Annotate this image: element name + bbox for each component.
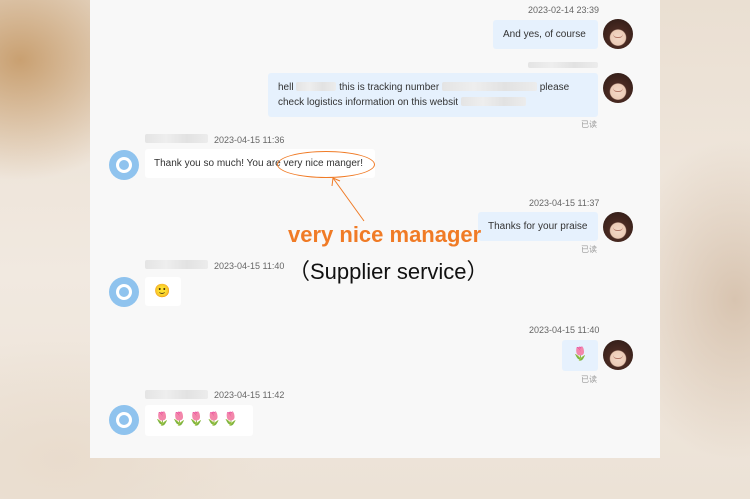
message-bubble-outgoing[interactable]: hell this is tracking number please chec… <box>268 73 598 117</box>
message-text: check logistics information on this webs… <box>278 97 459 108</box>
message-timestamp: 2023-04-15 11:37 <box>529 198 600 208</box>
supplier-avatar[interactable] <box>109 405 139 435</box>
message-timestamp: 2023-04-15 11:40 <box>214 261 285 271</box>
message-text: please <box>539 82 570 93</box>
message-timestamp: 2023-04-15 11:42 <box>214 390 285 400</box>
supplier-avatar[interactable] <box>109 150 139 180</box>
user-avatar[interactable] <box>603 19 633 49</box>
user-avatar[interactable] <box>603 73 633 103</box>
blurred-sender-name <box>145 134 208 143</box>
message-text: Thank you so much! You are <box>154 158 281 169</box>
blurred-sender-name <box>145 390 208 399</box>
user-avatar[interactable] <box>603 212 633 242</box>
message-bubble-incoming[interactable]: 🌷🌷🌷🌷🌷 <box>145 405 253 436</box>
message-timestamp: 2023-04-15 11:36 <box>214 135 285 145</box>
read-status: 已读 <box>581 375 597 384</box>
message-bubble-incoming[interactable]: 🙂 <box>145 277 181 306</box>
annotation-arrow <box>331 177 365 222</box>
message-timestamp: 2023-04-15 11:40 <box>529 325 600 335</box>
redacted-text <box>296 82 337 91</box>
message-bubble-outgoing[interactable]: Thanks for your praise <box>478 212 598 241</box>
highlight-ellipse <box>277 151 375 178</box>
redacted-text <box>460 97 526 106</box>
annotation-title: very nice manager <box>288 222 482 247</box>
user-avatar[interactable] <box>603 340 633 370</box>
read-status: 已读 <box>581 120 597 129</box>
message-bubble-outgoing[interactable]: And yes, of course <box>493 20 598 49</box>
supplier-avatar[interactable] <box>109 277 139 307</box>
message-text: this is tracking number <box>339 82 440 93</box>
annotation-subtitle: （Supplier service） <box>288 259 489 284</box>
message-text: hell <box>278 82 294 93</box>
blurred-sender-name <box>145 260 208 269</box>
message-timestamp: 2023-02-14 23:39 <box>528 5 600 15</box>
message-bubble-outgoing[interactable]: 🌷 <box>562 340 598 371</box>
read-status: 已读 <box>581 245 597 254</box>
blurred-timestamp <box>528 62 598 68</box>
redacted-text <box>441 82 537 91</box>
